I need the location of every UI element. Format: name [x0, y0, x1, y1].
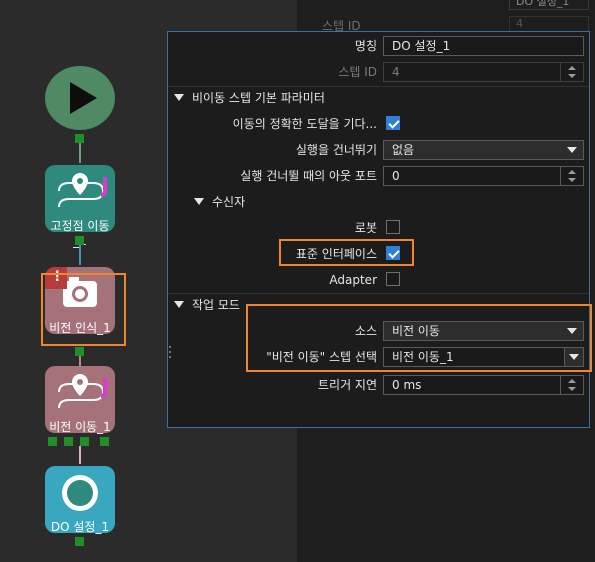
- location-path-icon: [58, 374, 107, 409]
- skip-port-label: 실행 건너뛸 때의 아웃 포트: [240, 169, 377, 183]
- step-id-value: 4: [392, 65, 400, 79]
- name-input[interactable]: DO 설정_1: [383, 36, 584, 56]
- vision-move-out-port-1[interactable]: [48, 437, 57, 446]
- record-icon: [62, 475, 98, 511]
- node-label: 비전 이동_1: [49, 420, 111, 434]
- adapter-checkbox[interactable]: [386, 272, 400, 286]
- robot-label: 로봇: [354, 221, 377, 235]
- step-id-row: 스텝 ID 4: [168, 59, 589, 85]
- step-id-label: 스텝 ID: [338, 65, 377, 79]
- adapter-label: Adapter: [329, 273, 377, 287]
- vision-move-node[interactable]: 비전 이동_1: [45, 366, 115, 434]
- skip-value: 없음: [392, 143, 415, 157]
- trigger-delay-value: 0 ms: [392, 378, 422, 392]
- wait-checkbox[interactable]: [386, 116, 400, 130]
- vision-move-out-port-4[interactable]: [100, 437, 109, 446]
- vision-move-out-port-3[interactable]: [80, 437, 89, 446]
- connection-line: [79, 356, 81, 366]
- trigger-delay-spin-buttons[interactable]: [560, 376, 583, 394]
- robot-checkbox[interactable]: [386, 220, 400, 234]
- section-receiver-header[interactable]: 수신자: [168, 189, 595, 215]
- do-setting-node[interactable]: DO 설정_1: [45, 466, 115, 534]
- wait-row: 이동의 정확한 도달을 기다...: [168, 111, 589, 137]
- step-id-spin-buttons: [560, 63, 583, 81]
- trigger-delay-row: 트리거 지연 0 ms: [168, 372, 589, 398]
- vision-node-out-port[interactable]: [75, 347, 84, 356]
- section-params-title: 비이동 스텝 기본 파라미터: [192, 91, 325, 105]
- bg-step-id-field: 4: [509, 16, 589, 32]
- location-path-icon: [58, 173, 107, 208]
- collapse-arrow-icon: [174, 301, 184, 308]
- trigger-delay-label: 트리거 지연: [317, 378, 377, 392]
- adapter-row: Adapter: [168, 267, 589, 293]
- connection-line: [79, 446, 81, 464]
- step-id-spinbox: 4: [383, 62, 584, 82]
- start-node-out-port[interactable]: [75, 134, 84, 143]
- section-params-header[interactable]: 비이동 스텝 기본 파라미터: [168, 85, 595, 111]
- skip-row: 실행을 건너뛰기 없음: [168, 137, 589, 163]
- node-label: DO 설정_1: [50, 520, 110, 534]
- workflow-canvas[interactable]: 고정점 이동_1 ! 비전 인식_1 비전 이동_1: [0, 0, 165, 562]
- start-node[interactable]: [45, 66, 115, 130]
- connection-line: [79, 245, 81, 265]
- step-properties-panel: 명칭 DO 설정_1 스텝 ID 4 비이동 스텝 기본 파라미터 이동의 정확…: [167, 31, 592, 428]
- section-receiver-title: 수신자: [212, 195, 246, 209]
- skip-dropdown[interactable]: 없음: [383, 140, 584, 160]
- skip-port-value: 0: [392, 169, 400, 183]
- collapse-arrow-icon: [174, 94, 184, 101]
- selected-node-highlight: [41, 273, 126, 346]
- skip-label: 실행을 건너뛰기: [295, 143, 377, 157]
- connection-line: [79, 143, 81, 163]
- play-icon: [70, 82, 97, 114]
- name-row: 명칭 DO 설정_1: [168, 33, 589, 59]
- fixed-point-move-node[interactable]: 고정점 이동_1: [45, 165, 115, 248]
- chevron-down-icon: [567, 147, 577, 153]
- collapse-arrow-icon: [194, 198, 204, 205]
- std-interface-highlight: [279, 239, 414, 266]
- skip-port-spinbox[interactable]: 0: [383, 166, 584, 186]
- work-mode-highlight: [246, 304, 592, 372]
- skip-port-spin-buttons[interactable]: [560, 167, 583, 185]
- vision-move-out-port-2[interactable]: [64, 437, 73, 446]
- bg-name-field: DO 설정_1: [509, 0, 589, 10]
- robot-row: 로봇: [168, 215, 589, 241]
- wait-label: 이동의 정확한 도달을 기다...: [232, 117, 377, 131]
- skip-port-row: 실행 건너뛸 때의 아웃 포트 0: [168, 163, 589, 189]
- move-node-out-port[interactable]: [75, 236, 84, 245]
- section-mode-title: 작업 모드: [192, 298, 240, 312]
- name-label: 명칭: [354, 39, 377, 53]
- do-node-out-port[interactable]: [75, 537, 84, 546]
- trigger-delay-spinbox[interactable]: 0 ms: [383, 375, 584, 395]
